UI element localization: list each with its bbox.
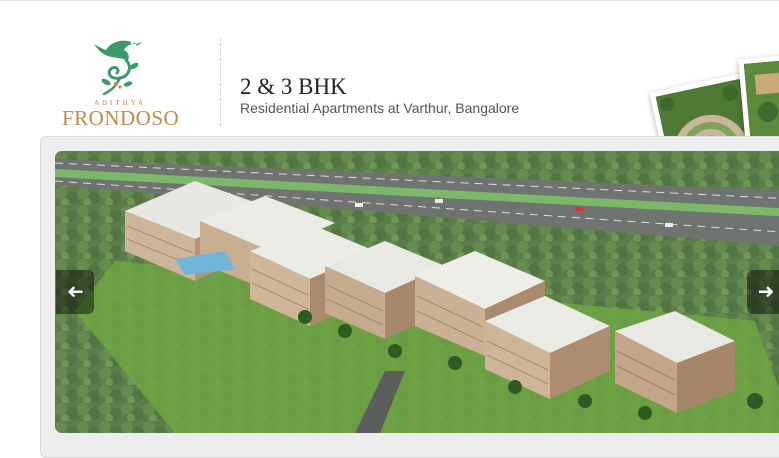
- garden-thumbnail: [743, 58, 779, 144]
- header-divider: [220, 38, 221, 126]
- arrow-left-icon: ➜: [66, 281, 84, 303]
- page-headline: 2 & 3 BHK: [240, 74, 347, 99]
- top-divider: [0, 0, 779, 1]
- bird-on-branch-icon: [94, 40, 142, 96]
- gallery-photo-garden[interactable]: [738, 53, 779, 149]
- aerial-apartment-render: [55, 151, 779, 433]
- page-subheadline: Residential Apartments at Varthur, Banga…: [240, 100, 520, 116]
- brand-name-large: FRONDOSO: [62, 106, 180, 130]
- arrow-right-icon: ➜: [757, 281, 775, 303]
- brand-logo[interactable]: ADITHYA FRONDOSO: [62, 32, 180, 132]
- slider-prev-button[interactable]: ➜: [56, 270, 94, 314]
- slider-next-button[interactable]: ➜: [747, 270, 779, 314]
- hero-slide-image: [55, 151, 779, 433]
